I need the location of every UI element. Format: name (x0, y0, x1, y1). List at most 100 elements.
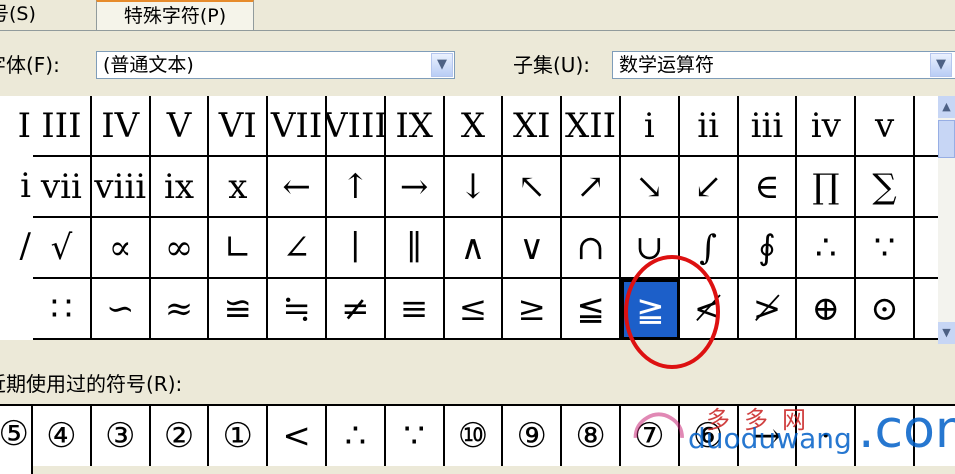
recent-symbol-cell[interactable]: ② (150, 404, 210, 466)
symbol-cell[interactable]: ≒ (268, 279, 327, 340)
symbol-cell[interactable]: XII (562, 96, 621, 157)
recent-symbol-cell[interactable]: ③ (91, 404, 151, 466)
symbol-cell[interactable]: XI (503, 96, 563, 157)
font-select-value: (普通文本) (103, 54, 194, 76)
recent-symbol-cell[interactable]: ① (209, 404, 269, 466)
symbol-cell[interactable]: VIII (326, 96, 386, 157)
symbol-cell[interactable]: ↘ (620, 157, 680, 218)
scroll-down-icon[interactable]: ▼ (938, 322, 955, 344)
recent-symbol-fragment: ⑤ (0, 414, 29, 454)
recent-symbol-cell[interactable] (856, 404, 915, 466)
symbol-cell[interactable]: VI (209, 96, 269, 157)
recent-symbol-cell[interactable]: → (738, 404, 798, 466)
symbol-cell[interactable]: ∵ (856, 218, 915, 279)
symbol-cell[interactable]: ∩ (562, 218, 621, 279)
symbol-cell[interactable]: ≦ (562, 279, 621, 340)
symbol-cell[interactable]: ↙ (679, 157, 739, 218)
symbol-fragment: / (19, 226, 31, 266)
symbol-cell[interactable]: ← (268, 157, 327, 218)
symbol-cell[interactable]: ∞ (150, 218, 210, 279)
recent-symbol-cell[interactable] (914, 404, 955, 466)
symbol-cell[interactable]: ∪ (620, 218, 680, 279)
symbol-cell[interactable]: ∠ (268, 218, 327, 279)
recent-symbol-cell[interactable]: ∴ (326, 404, 386, 466)
symbol-cell[interactable]: VII (268, 96, 327, 157)
symbol-cell[interactable]: → (385, 157, 445, 218)
subset-label: 子集(U): (513, 53, 590, 77)
chevron-down-icon[interactable]: ▼ (431, 53, 453, 77)
symbol-cell[interactable]: ≡ (385, 279, 445, 340)
symbol-cell[interactable]: ↑ (326, 157, 386, 218)
subset-select-value: 数学运算符 (619, 54, 715, 76)
symbol-grid: III IV V VI VII VIII IX X XI XII i ii iii iv v vii viii i… (33, 96, 955, 340)
symbol-cell[interactable]: ≥ (503, 279, 563, 340)
recent-symbol-cell[interactable]: < (268, 404, 327, 466)
subset-select[interactable]: 数学运算符 ▼ (612, 51, 955, 79)
symbol-cell[interactable]: X (444, 96, 504, 157)
recent-symbol-cell[interactable]: · (797, 404, 857, 466)
symbol-cell[interactable]: ix (150, 157, 210, 218)
symbol-cell[interactable]: ∥ (385, 218, 445, 279)
symbol-cell[interactable]: ∫ (679, 218, 739, 279)
scroll-thumb[interactable] (938, 120, 955, 158)
tab-bar: 号(S) 特殊字符(P) (0, 0, 955, 31)
symbol-cell[interactable]: ∣ (326, 218, 386, 279)
symbol-cell[interactable]: ≯ (738, 279, 798, 340)
symbol-grid-left-clip: I i / (0, 96, 35, 340)
symbol-cell[interactable]: ∽ (91, 279, 151, 340)
symbol-cell[interactable]: ≌ (209, 279, 269, 340)
font-label: 字体(F): (0, 53, 60, 77)
symbol-cell[interactable]: ∑ (856, 157, 915, 218)
symbol-cell[interactable]: ↖ (503, 157, 563, 218)
symbol-cell[interactable]: iv (797, 96, 857, 157)
symbol-cell[interactable]: i (620, 96, 680, 157)
recent-symbol-cell[interactable]: ∵ (385, 404, 445, 466)
chevron-down-icon[interactable]: ▼ (930, 53, 952, 77)
recent-symbol-cell[interactable]: ④ (33, 404, 92, 466)
tab-symbols[interactable]: 号(S) (0, 0, 90, 29)
symbol-cell[interactable]: ≠ (326, 279, 386, 340)
symbol-fragment: i (20, 166, 31, 206)
font-select[interactable]: (普通文本) ▼ (96, 51, 455, 79)
tab-special-characters[interactable]: 特殊字符(P) (96, 0, 254, 30)
symbol-cell[interactable]: V (150, 96, 210, 157)
symbol-grid-scrollbar[interactable]: ▲ ▼ (938, 96, 955, 344)
symbol-cell[interactable]: ↓ (444, 157, 504, 218)
recent-symbol-cell[interactable]: ⑩ (444, 404, 504, 466)
symbol-cell[interactable]: ∈ (738, 157, 798, 218)
symbol-cell[interactable]: ∴ (797, 218, 857, 279)
symbol-cell[interactable]: ≤ (444, 279, 504, 340)
symbol-cell[interactable]: iii (738, 96, 798, 157)
recent-symbol-cell[interactable]: ⑨ (503, 404, 563, 466)
symbol-cell[interactable]: ≮ (679, 279, 739, 340)
symbol-cell[interactable]: ≧ (620, 279, 680, 340)
symbol-cell[interactable]: ⊙ (856, 279, 915, 340)
symbol-cell[interactable]: vii (33, 157, 92, 218)
recent-left-clip: ⑤ (0, 404, 33, 474)
symbol-cell[interactable]: ⊕ (797, 279, 857, 340)
recent-symbols-row: ④ ③ ② ① < ∴ ∵ ⑩ ⑨ ⑧ ⑦ ⑥ → · (33, 404, 955, 466)
symbol-cell[interactable]: ∏ (797, 157, 857, 218)
recent-symbol-cell[interactable]: ⑧ (562, 404, 621, 466)
symbol-cell[interactable]: ii (679, 96, 739, 157)
symbol-cell[interactable]: ≈ (150, 279, 210, 340)
symbol-cell[interactable]: ∟ (209, 218, 269, 279)
symbol-cell[interactable]: III (33, 96, 92, 157)
symbol-cell[interactable]: ↗ (562, 157, 621, 218)
symbol-fragment: I (17, 106, 31, 146)
symbol-cell[interactable]: v (856, 96, 915, 157)
symbol-cell[interactable]: √ (33, 218, 92, 279)
scroll-up-icon[interactable]: ▲ (938, 96, 955, 118)
symbol-cell[interactable]: ∮ (738, 218, 798, 279)
symbol-cell[interactable]: IV (91, 96, 151, 157)
symbol-cell[interactable]: IX (385, 96, 445, 157)
recent-symbol-cell[interactable]: ⑦ (620, 404, 680, 466)
symbol-cell[interactable]: x (209, 157, 269, 218)
symbol-cell[interactable]: ∨ (503, 218, 563, 279)
recent-symbols-label: 近期使用过的符号(R): (0, 372, 183, 396)
recent-symbol-cell[interactable]: ⑥ (679, 404, 739, 466)
symbol-cell[interactable]: viii (91, 157, 151, 218)
symbol-cell[interactable]: ∝ (91, 218, 151, 279)
symbol-cell[interactable]: ∷ (33, 279, 92, 340)
symbol-cell[interactable]: ∧ (444, 218, 504, 279)
